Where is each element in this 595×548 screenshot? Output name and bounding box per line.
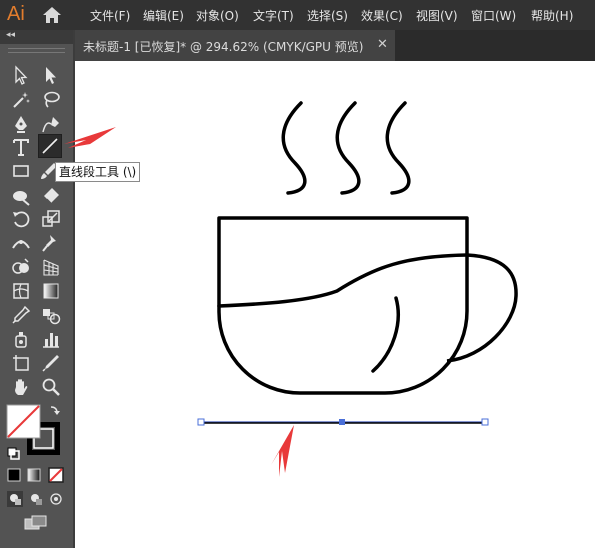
selected-line-segment[interactable] xyxy=(197,418,489,426)
default-fill-stroke-icon[interactable] xyxy=(7,447,20,460)
document-tab-title: 未标题-1 [已恢复]* @ 294.62% (CMYK/GPU 预览) xyxy=(83,40,364,54)
mesh-tool-icon[interactable] xyxy=(10,280,32,302)
menu-file[interactable]: 文件(F) xyxy=(90,7,130,24)
panel-grip[interactable] xyxy=(8,48,65,53)
anchor-point[interactable] xyxy=(197,418,205,426)
collapse-panel-icon[interactable]: ◂◂ xyxy=(6,30,15,40)
anchor-point[interactable] xyxy=(481,418,489,426)
gradient-tool-icon[interactable] xyxy=(40,280,62,302)
cup-liquid xyxy=(217,253,469,373)
drawing-mode-buttons xyxy=(7,491,62,507)
menu-object[interactable]: 对象(O) xyxy=(196,7,239,24)
fill-stroke-widget xyxy=(6,404,60,460)
shaper-tool-icon[interactable] xyxy=(10,185,32,207)
zoom-tool-icon[interactable] xyxy=(40,376,62,398)
shape-builder-tool-icon[interactable] xyxy=(10,256,32,278)
symbol-sprayer-tool-icon[interactable] xyxy=(10,328,32,350)
rotate-tool-icon[interactable] xyxy=(10,208,32,230)
eyedropper-tool-icon[interactable] xyxy=(10,304,32,326)
menu-effect[interactable]: 效果(C) xyxy=(361,7,403,24)
menu-help[interactable]: 帮助(H) xyxy=(531,7,573,24)
blend-tool-icon[interactable] xyxy=(40,304,62,326)
cup-handle xyxy=(446,253,518,363)
app-logo: Ai xyxy=(7,3,25,25)
lasso-tool-icon[interactable] xyxy=(40,89,62,111)
column-graph-tool-icon[interactable] xyxy=(40,328,62,350)
document-tab-bar: 未标题-1 [已恢复]* @ 294.62% (CMYK/GPU 预览) ✕ xyxy=(75,30,595,61)
pen-tool-icon[interactable] xyxy=(10,114,32,136)
swap-fill-stroke-icon[interactable] xyxy=(50,406,60,415)
draw-behind-icon[interactable] xyxy=(31,494,42,505)
draw-normal-icon[interactable] xyxy=(7,491,23,507)
screen-mode-icon[interactable] xyxy=(23,514,49,532)
close-icon[interactable]: ✕ xyxy=(377,37,388,52)
none-button[interactable] xyxy=(48,467,64,483)
tools-panel-header: ◂◂ xyxy=(0,30,73,44)
rectangle-tool-icon[interactable] xyxy=(10,160,32,182)
menu-bar: Ai 文件(F) 编辑(E) 对象(O) 文字(T) 选择(S) 效果(C) 视… xyxy=(0,0,595,30)
eraser-tool-icon[interactable] xyxy=(40,185,62,207)
center-point[interactable] xyxy=(339,419,345,425)
fill-swatch[interactable] xyxy=(6,404,41,439)
slice-tool-icon[interactable] xyxy=(40,352,62,374)
menu-view[interactable]: 视图(V) xyxy=(416,7,458,24)
menu-edit[interactable]: 编辑(E) xyxy=(143,7,184,24)
menu-type[interactable]: 文字(T) xyxy=(253,7,294,24)
scale-tool-icon[interactable] xyxy=(40,208,62,230)
menu-select[interactable]: 选择(S) xyxy=(307,7,348,24)
color-mode-buttons xyxy=(7,467,64,483)
draw-inside-icon[interactable] xyxy=(50,493,62,505)
steam-lines xyxy=(281,101,411,195)
artboard-canvas[interactable] xyxy=(75,61,595,548)
puppet-warp-tool-icon[interactable] xyxy=(40,232,62,254)
annotation-arrow-canvas xyxy=(271,425,294,477)
line-segment-tool-icon[interactable] xyxy=(38,134,62,158)
color-button[interactable] xyxy=(7,468,21,482)
gradient-button[interactable] xyxy=(27,468,41,482)
magic-wand-tool-icon[interactable] xyxy=(10,89,32,111)
width-tool-icon[interactable] xyxy=(10,232,32,254)
curvature-tool-icon[interactable] xyxy=(40,114,62,136)
artboard-tool-icon[interactable] xyxy=(10,352,32,374)
home-icon[interactable] xyxy=(42,6,62,24)
selection-tool-icon[interactable] xyxy=(10,64,32,86)
type-tool-icon[interactable] xyxy=(10,136,32,158)
direct-selection-tool-icon[interactable] xyxy=(40,64,62,86)
menu-window[interactable]: 窗口(W) xyxy=(471,7,516,24)
annotation-arrow-toolbar xyxy=(64,127,116,148)
hand-tool-icon[interactable] xyxy=(10,376,32,398)
document-tab[interactable]: 未标题-1 [已恢复]* @ 294.62% (CMYK/GPU 预览) ✕ xyxy=(75,30,395,61)
perspective-grid-tool-icon[interactable] xyxy=(40,256,62,278)
